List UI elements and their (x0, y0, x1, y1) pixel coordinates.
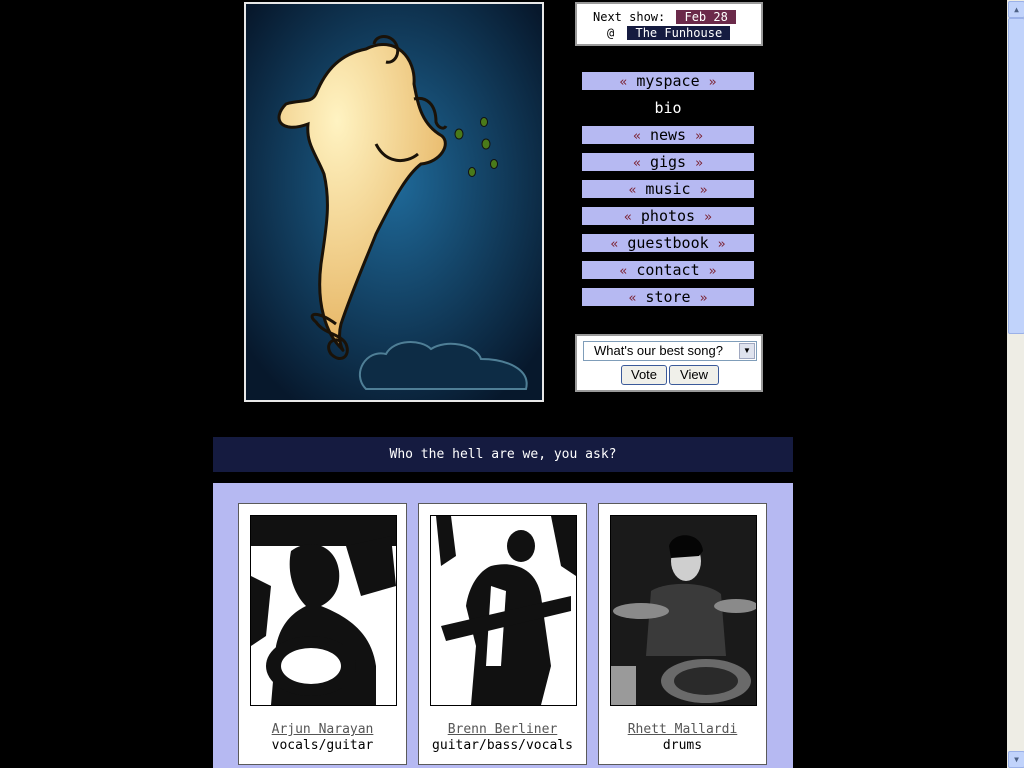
chevron-down-icon[interactable]: ▼ (739, 343, 755, 359)
member-card: Brenn Berliner guitar/bass/vocals (418, 503, 587, 765)
nav-arrow-right: » (708, 75, 717, 90)
nav-bio-label: bio (654, 99, 682, 117)
nav-arrow-left: « (624, 210, 632, 225)
nav-arrow-right: » (704, 210, 712, 225)
nav-contact[interactable]: « contact » (582, 261, 754, 279)
about-heading-bar: Who the hell are we, you ask? (213, 437, 793, 472)
next-show-box: Next show: Feb 28 @ The Funhouse (575, 2, 763, 46)
member-role: drums (662, 738, 703, 753)
nav-arrow-right: » (717, 237, 726, 252)
nav-myspace-label: myspace (636, 72, 700, 90)
nav-arrow-left: « (633, 129, 641, 144)
member-role: vocals/guitar (271, 738, 374, 753)
band-logo-image (244, 2, 544, 402)
nav-arrow-left: « (619, 75, 628, 90)
about-heading: Who the hell are we, you ask? (389, 447, 617, 462)
nav-arrow-right: » (695, 129, 703, 144)
scroll-down-icon[interactable]: ▼ (1008, 751, 1024, 768)
nav-store[interactable]: « store » (582, 288, 754, 306)
nav-music[interactable]: « music » (582, 180, 754, 198)
nav-arrow-right: » (699, 291, 708, 306)
next-show-label: Next show: (593, 10, 666, 24)
member-photo (250, 515, 397, 706)
nav-arrow-right: » (708, 264, 717, 279)
nav-music-label: music (645, 180, 691, 198)
scrollbar-thumb[interactable] (1008, 18, 1024, 334)
member-photo (610, 515, 757, 706)
poll-select-value: What's our best song? (594, 343, 723, 358)
nav-myspace[interactable]: « myspace » (582, 72, 754, 90)
member-name-link[interactable]: Rhett Mallardi (599, 722, 766, 737)
next-show-at: @ (607, 26, 615, 40)
view-button[interactable]: View (669, 365, 719, 385)
members-panel: Arjun Narayan vocals/guitar Brenn Berlin… (213, 483, 793, 768)
nav-contact-label: contact (636, 261, 700, 279)
poll-song-select[interactable]: What's our best song? ▼ (583, 341, 757, 361)
nav-arrow-left: « (619, 264, 628, 279)
member-name-link[interactable]: Arjun Narayan (239, 722, 406, 737)
vertical-scrollbar[interactable]: ▲ ▼ (1007, 0, 1024, 768)
next-show-date: Feb 28 (676, 10, 736, 24)
member-role: guitar/bass/vocals (432, 738, 573, 753)
nav-arrow-left: « (628, 291, 637, 306)
nav-arrow-left: « (610, 237, 619, 252)
nav-photos-label: photos (640, 207, 696, 225)
nav-arrow-left: « (633, 156, 641, 171)
scroll-up-icon[interactable]: ▲ (1008, 1, 1024, 18)
nav-store-label: store (645, 288, 691, 306)
nav-arrow-left: « (628, 183, 637, 198)
nav-arrow-right: » (699, 183, 708, 198)
nav-news[interactable]: « news » (582, 126, 754, 144)
song-poll: What's our best song? ▼ Vote View (575, 334, 763, 392)
nav-news-label: news (649, 126, 687, 144)
page: Next show: Feb 28 @ The Funhouse « myspa… (0, 0, 1024, 768)
nav-arrow-right: » (695, 156, 703, 171)
nav-guestbook-label: guestbook (627, 234, 709, 252)
nav-bio-current: bio (582, 99, 754, 117)
member-name-link[interactable]: Brenn Berliner (419, 722, 586, 737)
member-card: Arjun Narayan vocals/guitar (238, 503, 407, 765)
nav-guestbook[interactable]: « guestbook » (582, 234, 754, 252)
next-show-venue: The Funhouse (627, 26, 731, 40)
vote-button[interactable]: Vote (621, 365, 667, 385)
nav-photos[interactable]: « photos » (582, 207, 754, 225)
nav-gigs-label: gigs (649, 153, 687, 171)
member-photo (430, 515, 577, 706)
nav-gigs[interactable]: « gigs » (582, 153, 754, 171)
member-card: Rhett Mallardi drums (598, 503, 767, 765)
